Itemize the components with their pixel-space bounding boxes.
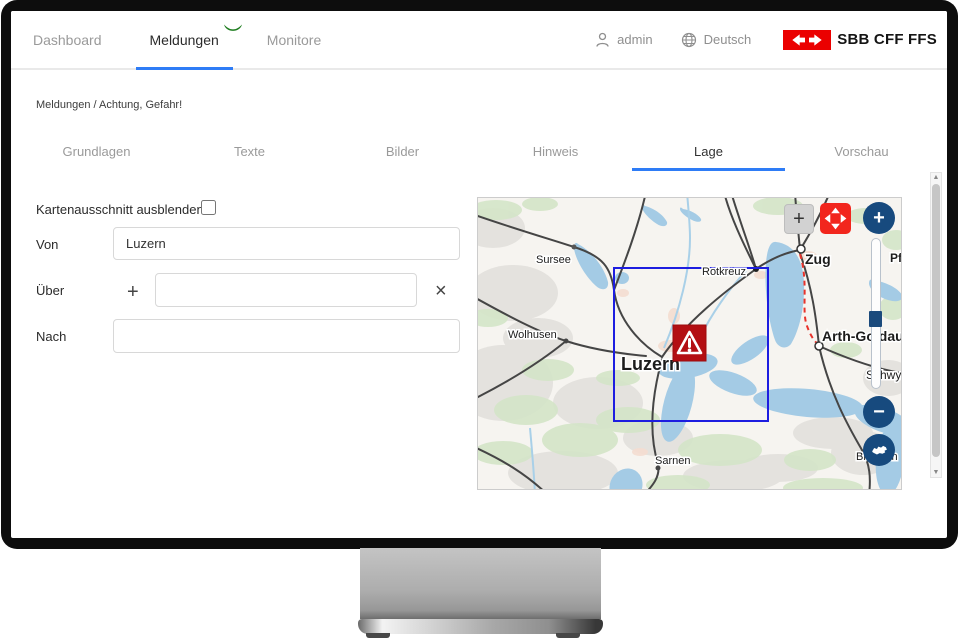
monitor-foot (366, 633, 390, 638)
ueber-input[interactable] (155, 273, 417, 307)
nach-input[interactable] (113, 319, 460, 353)
map-label-luzern: Luzern (621, 354, 680, 374)
scrollbar-down-arrow[interactable]: ▼ (931, 469, 941, 476)
tab-texte[interactable]: Texte (173, 135, 326, 171)
map-label-arth-goldau: Arth-Goldau (822, 328, 901, 344)
sbb-brand: SBB CFF FFS (783, 30, 937, 50)
sbb-logo-icon (783, 30, 831, 50)
app-screen: Dashboard Meldungen Monitore (11, 11, 947, 538)
tab-label: Grundlagen (63, 144, 131, 159)
map-label-wolhusen: Wolhusen (508, 329, 557, 341)
expand-map-button[interactable]: + (784, 204, 814, 234)
home-extent-button[interactable] (863, 434, 895, 466)
tab-label: Texte (234, 144, 265, 159)
breadcrumb[interactable]: Meldungen / Achtung, Gefahr! (36, 99, 182, 111)
map-label-sursee: Sursee (536, 254, 571, 266)
green-crescent-icon (223, 23, 243, 35)
user-menu[interactable]: admin (595, 32, 652, 48)
monitor-bezel: Dashboard Meldungen Monitore (1, 0, 958, 549)
map-canvas[interactable]: Sursee Rotkreuz Zug Wolhusen Luzern Arth-Gold… (477, 197, 902, 490)
monitor-stand (360, 548, 601, 619)
brand-text: SBB CFF FFS (837, 31, 937, 48)
move-icon (822, 205, 849, 232)
globe-icon (681, 32, 697, 48)
tab-bilder[interactable]: Bilder (326, 135, 479, 171)
nav-item-label: Monitore (267, 32, 321, 48)
von-label: Von (36, 237, 58, 252)
user-name: admin (617, 32, 652, 47)
content-scrollbar[interactable]: ▲ ▼ (930, 172, 942, 478)
nav-left: Dashboard Meldungen Monitore (11, 11, 321, 68)
scrollbar-up-arrow[interactable]: ▲ (931, 174, 941, 181)
tab-lage[interactable]: Lage (632, 135, 785, 171)
von-input[interactable] (113, 227, 460, 260)
warning-marker-icon[interactable] (673, 325, 706, 361)
nav-right: admin Deutsch (595, 30, 947, 50)
nach-label: Nach (36, 329, 66, 344)
scrollbar-thumb[interactable] (932, 184, 940, 457)
zoom-in-button[interactable]: + (863, 202, 895, 234)
tab-label: Lage (694, 144, 723, 159)
language-label: Deutsch (704, 32, 752, 47)
ueber-label: Über (36, 283, 64, 298)
tab-grundlagen[interactable]: Grundlagen (20, 135, 173, 171)
zoom-slider-handle[interactable] (869, 311, 882, 327)
map-label-pf: Pf (890, 251, 901, 265)
map-label-rotkreuz: Rotkreuz (702, 266, 746, 278)
tab-bar: Grundlagen Texte Bilder Hinweis Lage Vor… (20, 135, 938, 171)
nav-item-meldungen[interactable]: Meldungen (150, 11, 219, 68)
map-label-zug: Zug (805, 251, 831, 267)
monitor-base (358, 619, 603, 634)
language-selector[interactable]: Deutsch (681, 32, 752, 48)
nav-item-monitore[interactable]: Monitore (267, 11, 321, 68)
person-icon (595, 32, 610, 48)
add-via-button[interactable]: + (127, 282, 139, 302)
tab-vorschau[interactable]: Vorschau (785, 135, 938, 171)
nav-item-label: Dashboard (33, 32, 102, 48)
switzerland-icon (868, 439, 890, 461)
map-label-sarnen: Sarnen (655, 455, 690, 467)
tab-label: Vorschau (834, 144, 888, 159)
tab-hinweis[interactable]: Hinweis (479, 135, 632, 171)
map-svg: Sursee Rotkreuz Zug Wolhusen Luzern Arth-Gold… (478, 198, 901, 489)
clear-via-button[interactable]: × (435, 281, 447, 301)
nav-item-dashboard[interactable]: Dashboard (33, 11, 102, 68)
tab-label: Bilder (386, 144, 419, 159)
hide-map-label: Kartenausschnitt ausblenden (36, 202, 204, 217)
tab-label: Hinweis (533, 144, 579, 159)
pan-mode-button[interactable] (820, 203, 851, 234)
top-navbar: Dashboard Meldungen Monitore (11, 11, 947, 70)
zoom-out-button[interactable]: − (863, 396, 895, 428)
hide-map-checkbox[interactable] (201, 200, 216, 215)
nav-item-label: Meldungen (150, 32, 219, 48)
monitor-foot (556, 633, 580, 638)
